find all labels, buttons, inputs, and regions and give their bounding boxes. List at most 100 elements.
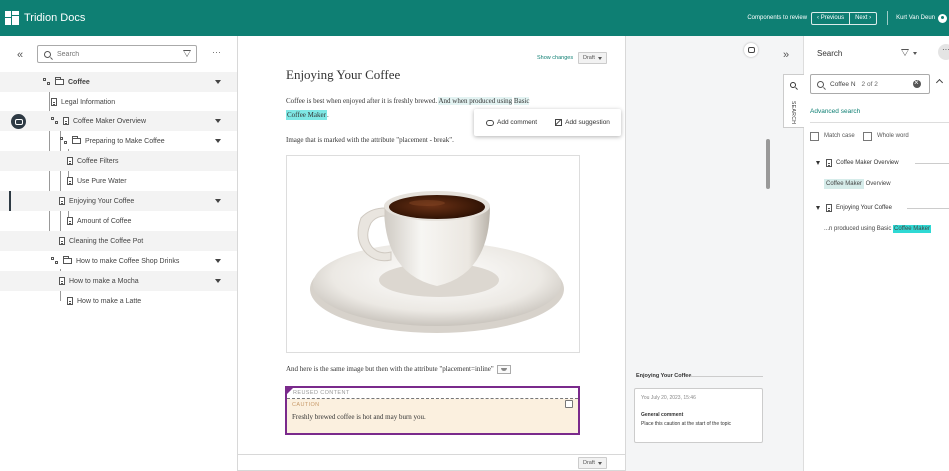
app-name: Tridion Docs [24,12,86,24]
search-result-item[interactable]: Coffee Maker Overview [824,179,891,189]
chevron-down-icon[interactable] [913,52,917,55]
document-title[interactable]: Enjoying Your Coffee [286,67,400,83]
divider [907,208,949,209]
comment-text: Place this caution at the start of the t… [641,421,732,427]
map-icon [51,117,60,125]
comments-section-title: Enjoying Your Coffee [636,373,692,379]
search-result-group[interactable]: Enjoying Your Coffee [816,204,892,212]
paragraph-1[interactable]: Coffee is best when enjoyed after it is … [286,97,530,105]
search-result-group[interactable]: Coffee Maker Overview [816,159,899,167]
comment-icon [486,119,494,126]
match-case-checkbox[interactable] [810,132,819,141]
status-dropdown[interactable]: Draft [578,52,607,64]
document-icon [826,204,832,212]
tree-search-box [37,45,197,63]
paragraph-2[interactable]: Image that is marked with the attribute … [286,136,454,144]
document-icon [51,98,57,106]
document-icon [59,197,65,205]
document-icon [63,117,69,125]
document-icon [59,277,65,285]
tree-item-coffee-filters[interactable]: Coffee Filters [0,151,237,171]
previous-button[interactable]: ‹ Previous [812,13,849,24]
previous-result-icon[interactable] [935,78,944,87]
folder-icon [63,256,72,264]
tree-item-enjoying-your-coffee[interactable]: Enjoying Your Coffee [0,191,237,211]
divider [690,376,763,377]
map-icon [51,257,60,265]
chevron-down-icon[interactable] [215,119,221,123]
editor-scrollbar[interactable] [766,139,770,189]
comments-column: Enjoying Your Coffee You July 20, 2023, … [627,36,767,471]
collapse-left-icon[interactable]: « [17,49,23,61]
search-panel-title: Search [817,49,843,58]
search-icon [44,50,51,58]
chevron-down-icon[interactable] [215,279,221,283]
search-result-item[interactable]: ...n produced using Basic Coffee Maker [824,225,931,233]
folder-icon [55,77,64,85]
tree-search-input[interactable] [57,50,167,58]
search-tab[interactable]: SEARCH [783,74,804,128]
show-changes-link[interactable]: Show changes [537,55,573,61]
content-tree-pane: « ··· Coffee Legal Information Coffee Ma… [0,36,237,471]
filter-icon[interactable] [183,50,191,57]
tree-item-coffee-shop-drinks[interactable]: How to make Coffee Shop Drinks [0,251,237,271]
collapse-right-icon[interactable]: » [783,49,789,61]
chevron-down-icon[interactable] [215,80,221,84]
whole-word-label: Whole word [877,133,909,139]
search-icon [817,80,824,88]
tree-item-amount-of-coffee[interactable]: Amount of Coffee [0,211,237,231]
comment-bubble-icon[interactable] [11,114,26,129]
tree-item-cleaning-the-coffee-pot[interactable]: Cleaning the Coffee Pot [0,231,237,251]
search-tab-label: SEARCH [790,101,796,125]
tree-item-coffee[interactable]: Coffee [0,72,237,92]
search-query-box[interactable]: Coffee N 2 of 2 [810,74,930,94]
advanced-search-link[interactable]: Advanced search [810,108,860,115]
clear-search-icon[interactable] [913,78,921,88]
conref-icon[interactable] [565,400,573,408]
chevron-down-icon[interactable] [215,259,221,263]
next-button[interactable]: Next › [849,12,876,24]
user-name[interactable]: Kurt Van Deun [896,15,935,21]
document-icon [67,177,73,185]
chevron-down-icon[interactable] [215,199,221,203]
add-suggestion-button[interactable]: Add suggestion [555,119,610,126]
selection-popover: Add comment Add suggestion [474,109,621,136]
paragraph-1-continued[interactable]: Coffee Maker. [286,110,329,120]
map-icon [60,137,69,145]
tree-item-how-to-make-a-mocha[interactable]: How to make a Mocha [0,271,237,291]
more-options-icon[interactable]: ··· [212,47,221,57]
reused-content-block[interactable]: REUSED CONTENT CAUTION Freshly brewed co… [285,386,580,435]
chevron-down-icon[interactable] [816,161,820,165]
search-query[interactable]: Coffee N [830,81,856,88]
tree-item-coffee-maker-overview[interactable]: Coffee Maker Overview [0,111,237,131]
inline-coffee-image[interactable] [496,365,511,374]
comment-meta: You July 20, 2023, 15:46 [641,395,696,401]
document-icon [67,217,73,225]
tree-item-how-to-make-a-latte[interactable]: How to make a Latte [0,291,237,311]
caution-text[interactable]: Freshly brewed coffee is hot and may bur… [292,413,573,421]
chevron-down-icon[interactable] [816,206,820,210]
document-icon [67,157,73,165]
document-icon [59,237,65,245]
tree-item-preparing-to-make-coffee[interactable]: Preparing to Make Coffee [0,131,237,151]
chevron-down-icon[interactable] [215,139,221,143]
active-item-marker [9,191,11,211]
comment-icon[interactable] [744,43,758,57]
comment-title: General comment [641,412,684,418]
tree-item-use-pure-water[interactable]: Use Pure Water [0,171,237,191]
coffee-cup-image[interactable] [286,155,580,353]
brand[interactable]: Tridion Docs [5,11,85,25]
tridion-logo-icon [5,11,19,25]
more-options-icon[interactable]: ··· [938,44,949,60]
comment-card[interactable]: You July 20, 2023, 15:46 General comment… [634,388,763,443]
add-comment-button[interactable]: Add comment [486,119,537,126]
filter-icon[interactable] [901,49,909,56]
footer-status-dropdown[interactable]: Draft [578,457,607,469]
paragraph-3[interactable]: And here is the same image but then with… [286,365,511,374]
search-highlight: Coffee Maker [286,110,327,120]
whole-word-checkbox[interactable] [863,132,872,141]
tree-item-legal-information[interactable]: Legal Information [0,92,237,112]
divider [915,163,949,164]
document-icon [67,297,73,305]
user-icon[interactable] [938,13,947,23]
